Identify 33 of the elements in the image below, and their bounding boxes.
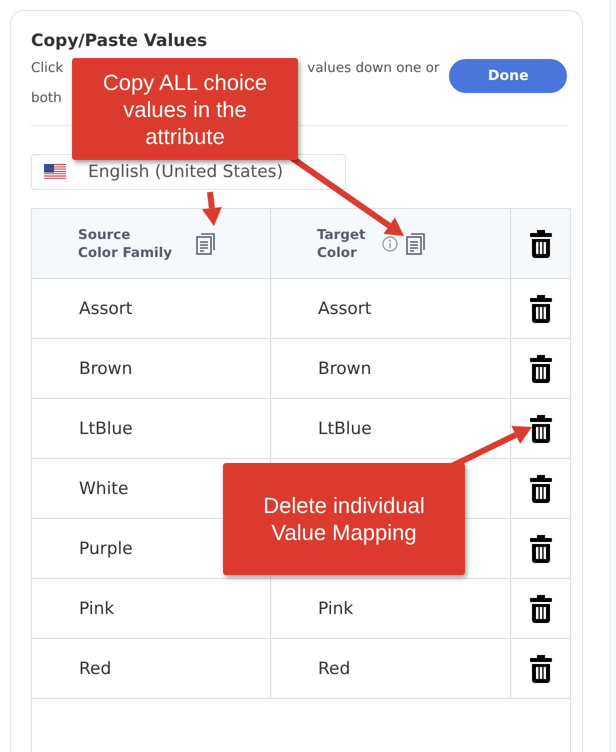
copy-icon[interactable] (406, 232, 426, 254)
description-text: both (31, 89, 62, 108)
target-value: Pink (318, 598, 354, 618)
panel-title: Copy/Paste Values (31, 31, 208, 51)
target-value: Assort (318, 298, 372, 318)
callout: Copy ALL choice values in the attribute (72, 58, 298, 160)
callout: Delete individual Value Mapping (223, 463, 465, 575)
trash-icon[interactable] (530, 294, 552, 322)
trash-icon[interactable] (530, 654, 552, 682)
description-text: values down one or (307, 59, 440, 78)
trash-icon[interactable] (530, 474, 552, 502)
target-value: Brown (318, 358, 372, 378)
trash-icon[interactable] (530, 354, 552, 382)
source-value: Pink (79, 598, 114, 618)
source-value: Red (79, 658, 112, 678)
target-value: Red (318, 658, 350, 678)
column-header: Target Color (317, 226, 366, 262)
arrow (202, 192, 222, 226)
flag-icon (44, 164, 66, 180)
trash-icon[interactable] (530, 414, 552, 442)
trash-icon[interactable] (530, 534, 552, 562)
done-button[interactable]: Done (449, 59, 567, 93)
source-value: White (79, 478, 128, 498)
source-value: Brown (79, 358, 132, 378)
trash-icon[interactable] (530, 594, 552, 622)
column-header: Source Color Family (78, 226, 172, 262)
trash-icon[interactable] (530, 230, 552, 258)
source-value: Purple (79, 538, 133, 558)
description-text: Click (31, 59, 64, 78)
source-value: Assort (79, 298, 132, 318)
target-value: LtBlue (318, 418, 372, 438)
copy-icon[interactable] (196, 232, 216, 254)
source-value: LtBlue (79, 418, 133, 438)
